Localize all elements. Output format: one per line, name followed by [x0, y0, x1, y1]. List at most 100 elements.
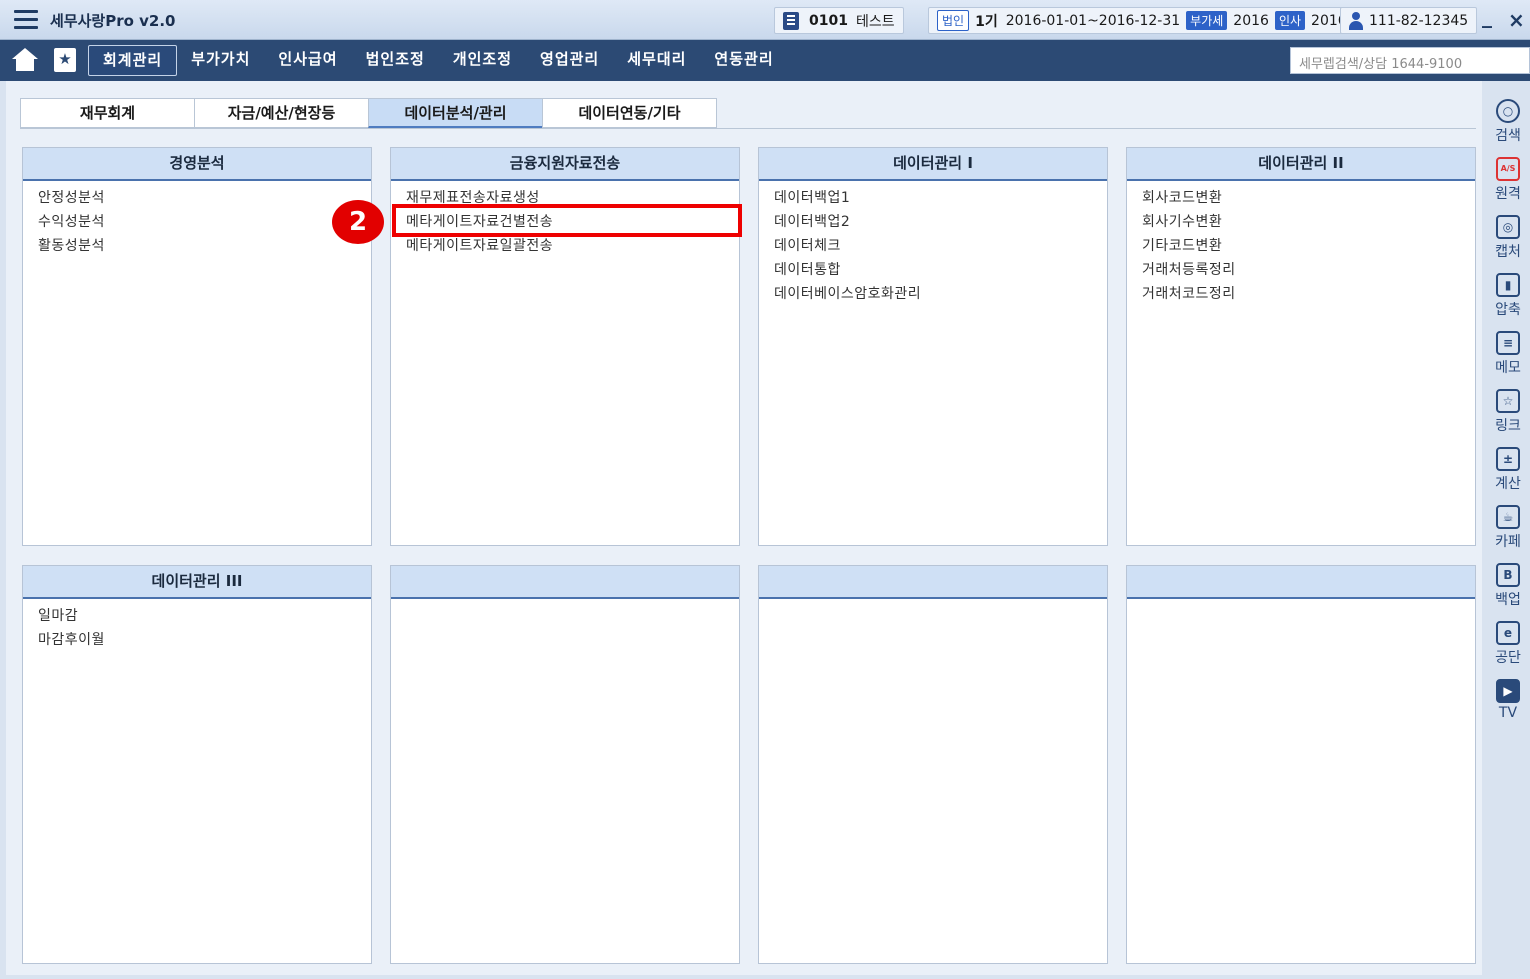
toolbar-item[interactable]: ◎ 캡처 [1486, 215, 1530, 261]
toolbar-item[interactable]: ☕ 카페 [1486, 505, 1530, 551]
panel-title [391, 566, 739, 599]
toolbar-item[interactable]: B 백업 [1486, 563, 1530, 609]
panel-list [391, 599, 739, 605]
panel-list [1127, 599, 1475, 605]
menu-item[interactable]: 데이터체크 [774, 235, 1107, 259]
menu-item[interactable]: 일마감 [38, 605, 371, 629]
tab[interactable]: 데이터연동/기타 [542, 98, 717, 128]
tab-divider [20, 128, 1476, 129]
company-code: 0101 [809, 12, 848, 29]
company-info[interactable]: 0101 테스트 [774, 7, 904, 34]
memo-icon: ≡ [1496, 331, 1520, 355]
panel-title: 금융지원자료전송 [391, 148, 739, 181]
toolbar-item[interactable]: e 공단 [1486, 621, 1530, 667]
nav-item[interactable]: 연동관리 [700, 45, 787, 76]
menu-item[interactable]: 안정성분석 [38, 187, 371, 211]
calculator-icon: ± [1496, 447, 1520, 471]
menu-panel: 데이터관리 II 회사코드변환 회사기수변환 기타코드변환 거래처등록정리 거래처코드정리 [1126, 147, 1476, 546]
remote-icon: A/S [1496, 157, 1520, 181]
nav-item[interactable]: 인사급여 [264, 45, 351, 76]
biz-number-box[interactable]: 111-82-12345 [1340, 7, 1478, 34]
toolbar-label: 메모 [1495, 360, 1521, 376]
period-info[interactable]: 법인 1기 2016-01-01~2016-12-31 부가세 2016 인사 … [928, 7, 1356, 34]
toolbar-label: 카페 [1495, 534, 1521, 550]
toolbar-label: 원격 [1495, 186, 1521, 202]
menu-item[interactable]: 거래처등록정리 [1142, 259, 1475, 283]
toolbar-item[interactable]: ▶ TV [1486, 679, 1530, 721]
menu-item[interactable]: 데이터베이스암호화관리 [774, 283, 1107, 307]
menu-panel: 데이터관리 III 일마감 마감후이월 [22, 565, 372, 964]
vat-tag: 부가세 [1186, 11, 1228, 30]
menu-item[interactable]: 거래처코드정리 [1142, 283, 1475, 307]
panel-title [1127, 566, 1475, 599]
minimize-button[interactable]: _ [1482, 4, 1492, 28]
home-icon[interactable] [12, 48, 38, 72]
toolbar-label: 링크 [1495, 418, 1521, 434]
right-toolbar: ○ 검색 A/S 원격 ◎ 캡처 ▮ 압축 ≡ 메모 ☆ 링크 ± 계산 ☕ 카페 B 백업 e 공단 ▶ TV [1486, 81, 1530, 979]
cafe-icon: ☕ [1496, 505, 1520, 529]
menu-item[interactable]: 회사코드변환 [1142, 187, 1475, 211]
nav-item[interactable]: 개인조정 [439, 45, 526, 76]
menu-item[interactable]: 데이터백업2 [774, 211, 1107, 235]
backup-icon: B [1496, 563, 1520, 587]
panel-list [759, 599, 1107, 605]
toolbar-item[interactable]: ≡ 메모 [1486, 331, 1530, 377]
tab-bar: 재무회계 자금/예산/현장등 데이터분석/관리 데이터연동/기타 [20, 98, 717, 128]
close-button[interactable]: × [1508, 8, 1525, 32]
period-range: 2016-01-01~2016-12-31 [1005, 12, 1181, 29]
toolbar-label: 백업 [1495, 592, 1521, 608]
panel-title [759, 566, 1107, 599]
toolbar-item[interactable]: A/S 원격 [1486, 157, 1530, 203]
company-name: 테스트 [855, 13, 895, 30]
toolbar-item[interactable]: ± 계산 [1486, 447, 1530, 493]
nav-item[interactable]: 세무대리 [613, 45, 700, 76]
panel-title: 경영분석 [23, 148, 371, 181]
main-nav: ★ 회계관리 부가가치 인사급여 법인조정 개인조정 영업관리 세무대리 연동관리 세무렙검색… [0, 40, 1530, 81]
menu-panel [758, 565, 1108, 964]
tab[interactable]: 재무회계 [20, 98, 195, 128]
tab[interactable]: 데이터분석/관리 [368, 98, 543, 128]
star-icon: ☆ [1496, 389, 1520, 413]
toolbar-label: 공단 [1495, 650, 1521, 666]
hr-tag: 인사 [1274, 11, 1306, 30]
panel-title: 데이터관리 II [1127, 148, 1475, 181]
nav-item[interactable]: 부가가치 [177, 45, 264, 76]
menu-item[interactable]: 데이터백업1 [774, 187, 1107, 211]
panel-list: 안정성분석 수익성분석 활동성분석 [23, 181, 371, 259]
panel-list: 일마감 마감후이월 [23, 599, 371, 653]
toolbar-label: 캡처 [1495, 244, 1521, 260]
tab[interactable]: 자금/예산/현장등 [194, 98, 369, 128]
edge-icon: e [1496, 621, 1520, 645]
tv-icon: ▶ [1496, 679, 1520, 703]
user-icon [1349, 11, 1363, 30]
nav-item[interactable]: 법인조정 [352, 45, 439, 76]
menu-panel: 경영분석 안정성분석 수익성분석 활동성분석 [22, 147, 372, 546]
step-badge: 2 [332, 200, 384, 244]
panel-title: 데이터관리 I [759, 148, 1107, 181]
menu-item[interactable]: 활동성분석 [38, 235, 371, 259]
search-input[interactable]: 세무렙검색/상담 1644-9100 [1290, 47, 1530, 74]
toolbar-item[interactable]: ▮ 압축 [1486, 273, 1530, 319]
bookmark-star-icon[interactable]: ★ [54, 48, 76, 72]
panel-title: 데이터관리 III [23, 566, 371, 599]
menu-item[interactable]: 마감후이월 [38, 629, 371, 653]
toolbar-item[interactable]: ☆ 링크 [1486, 389, 1530, 435]
menu-item[interactable]: 회사기수변환 [1142, 211, 1475, 235]
title-bar: 세무사랑Pro v2.0 0101 테스트 법인 1기 2016-01-01~2… [0, 0, 1530, 40]
vat-year: 2016 [1233, 12, 1269, 29]
hamburger-menu-icon[interactable] [14, 10, 38, 30]
nav-item[interactable]: 회계관리 [88, 45, 178, 76]
toolbar-label: 압축 [1495, 302, 1521, 318]
corp-tag: 법인 [937, 10, 970, 31]
toolbar-label: TV [1498, 705, 1518, 721]
search-icon: ○ [1496, 99, 1520, 123]
menu-item[interactable]: 데이터통합 [774, 259, 1107, 283]
menu-item[interactable]: 수익성분석 [38, 211, 371, 235]
toolbar-label: 계산 [1495, 476, 1521, 492]
menu-panel: 데이터관리 I 데이터백업1 데이터백업2 데이터체크 데이터통합 데이터베이스암호화관리 [758, 147, 1108, 546]
menu-item[interactable]: 기타코드변환 [1142, 235, 1475, 259]
nav-item[interactable]: 영업관리 [526, 45, 613, 76]
menu-item[interactable]: 메타게이트자료일괄전송 [406, 235, 739, 259]
highlight-box [392, 204, 742, 237]
toolbar-item[interactable]: ○ 검색 [1486, 99, 1530, 145]
